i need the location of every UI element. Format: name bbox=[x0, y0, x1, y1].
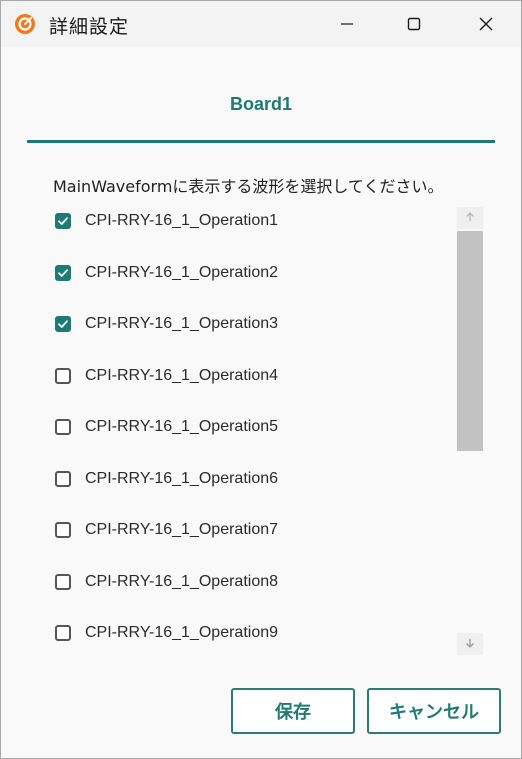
maximize-button[interactable] bbox=[379, 1, 449, 47]
waveform-label: CPI-RRY-16_1_Operation9 bbox=[85, 624, 279, 641]
waveform-checkbox[interactable] bbox=[55, 213, 71, 229]
arrow-down-icon bbox=[465, 635, 475, 653]
waveform-item[interactable]: CPI-RRY-16_1_Operation1 bbox=[45, 203, 445, 239]
waveform-label: CPI-RRY-16_1_Operation1 bbox=[85, 212, 279, 229]
waveform-checkbox[interactable] bbox=[55, 316, 71, 332]
waveform-item[interactable]: CPI-RRY-16_1_Operation9 bbox=[45, 615, 445, 651]
checkmark-icon bbox=[58, 217, 68, 225]
title-bar: 詳細設定 bbox=[1, 1, 521, 47]
waveform-item[interactable]: CPI-RRY-16_1_Operation8 bbox=[45, 564, 445, 600]
maximize-icon bbox=[407, 17, 421, 31]
scrollbar-thumb[interactable] bbox=[457, 231, 483, 451]
waveform-label: CPI-RRY-16_1_Operation8 bbox=[85, 573, 279, 590]
close-button[interactable] bbox=[451, 1, 521, 47]
app-logo-icon bbox=[14, 13, 36, 35]
checkmark-icon bbox=[58, 320, 68, 328]
minimize-button[interactable] bbox=[312, 1, 382, 47]
window-title: 詳細設定 bbox=[49, 16, 130, 38]
tab-board1[interactable]: Board1 bbox=[27, 94, 495, 115]
instruction-text: MainWaveformに表示する波形を選択してください。 bbox=[53, 177, 444, 196]
save-button[interactable]: 保存 bbox=[231, 688, 355, 734]
waveform-item[interactable]: CPI-RRY-16_1_Operation3 bbox=[45, 306, 445, 342]
tab-underline bbox=[27, 140, 495, 143]
waveform-item[interactable]: CPI-RRY-16_1_Operation4 bbox=[45, 358, 445, 394]
arrow-up-icon bbox=[465, 209, 475, 227]
checkmark-icon bbox=[58, 269, 68, 277]
waveform-item[interactable]: CPI-RRY-16_1_Operation2 bbox=[45, 255, 445, 291]
waveform-checkbox[interactable] bbox=[55, 522, 71, 538]
waveform-checkbox[interactable] bbox=[55, 625, 71, 641]
close-icon bbox=[478, 16, 494, 32]
dialog-content: Board1 MainWaveformに表示する波形を選択してください。 CPI… bbox=[1, 47, 521, 758]
cancel-button[interactable]: キャンセル bbox=[367, 688, 501, 734]
scroll-up-button[interactable] bbox=[457, 207, 483, 229]
minimize-icon bbox=[340, 17, 354, 31]
waveform-checkbox[interactable] bbox=[55, 265, 71, 281]
waveform-label: CPI-RRY-16_1_Operation6 bbox=[85, 470, 279, 487]
waveform-checkbox[interactable] bbox=[55, 419, 71, 435]
waveform-item[interactable]: CPI-RRY-16_1_Operation6 bbox=[45, 461, 445, 497]
waveform-checkbox[interactable] bbox=[55, 368, 71, 384]
waveform-checkbox[interactable] bbox=[55, 471, 71, 487]
waveform-item[interactable]: CPI-RRY-16_1_Operation7 bbox=[45, 512, 445, 548]
waveform-checkbox[interactable] bbox=[55, 574, 71, 590]
waveform-label: CPI-RRY-16_1_Operation5 bbox=[85, 418, 279, 435]
scroll-down-button[interactable] bbox=[457, 633, 483, 655]
waveform-label: CPI-RRY-16_1_Operation2 bbox=[85, 264, 279, 281]
waveform-list: CPI-RRY-16_1_Operation1 CPI-RRY-16_1_Oper… bbox=[45, 203, 445, 655]
waveform-label: CPI-RRY-16_1_Operation4 bbox=[85, 367, 279, 384]
waveform-label: CPI-RRY-16_1_Operation7 bbox=[85, 521, 279, 538]
waveform-label: CPI-RRY-16_1_Operation3 bbox=[85, 315, 279, 332]
scrollbar[interactable] bbox=[457, 207, 483, 659]
settings-dialog: 詳細設定 Board1 MainWaveformに表示する波形を選択してください… bbox=[0, 0, 522, 759]
waveform-item[interactable]: CPI-RRY-16_1_Operation5 bbox=[45, 409, 445, 445]
